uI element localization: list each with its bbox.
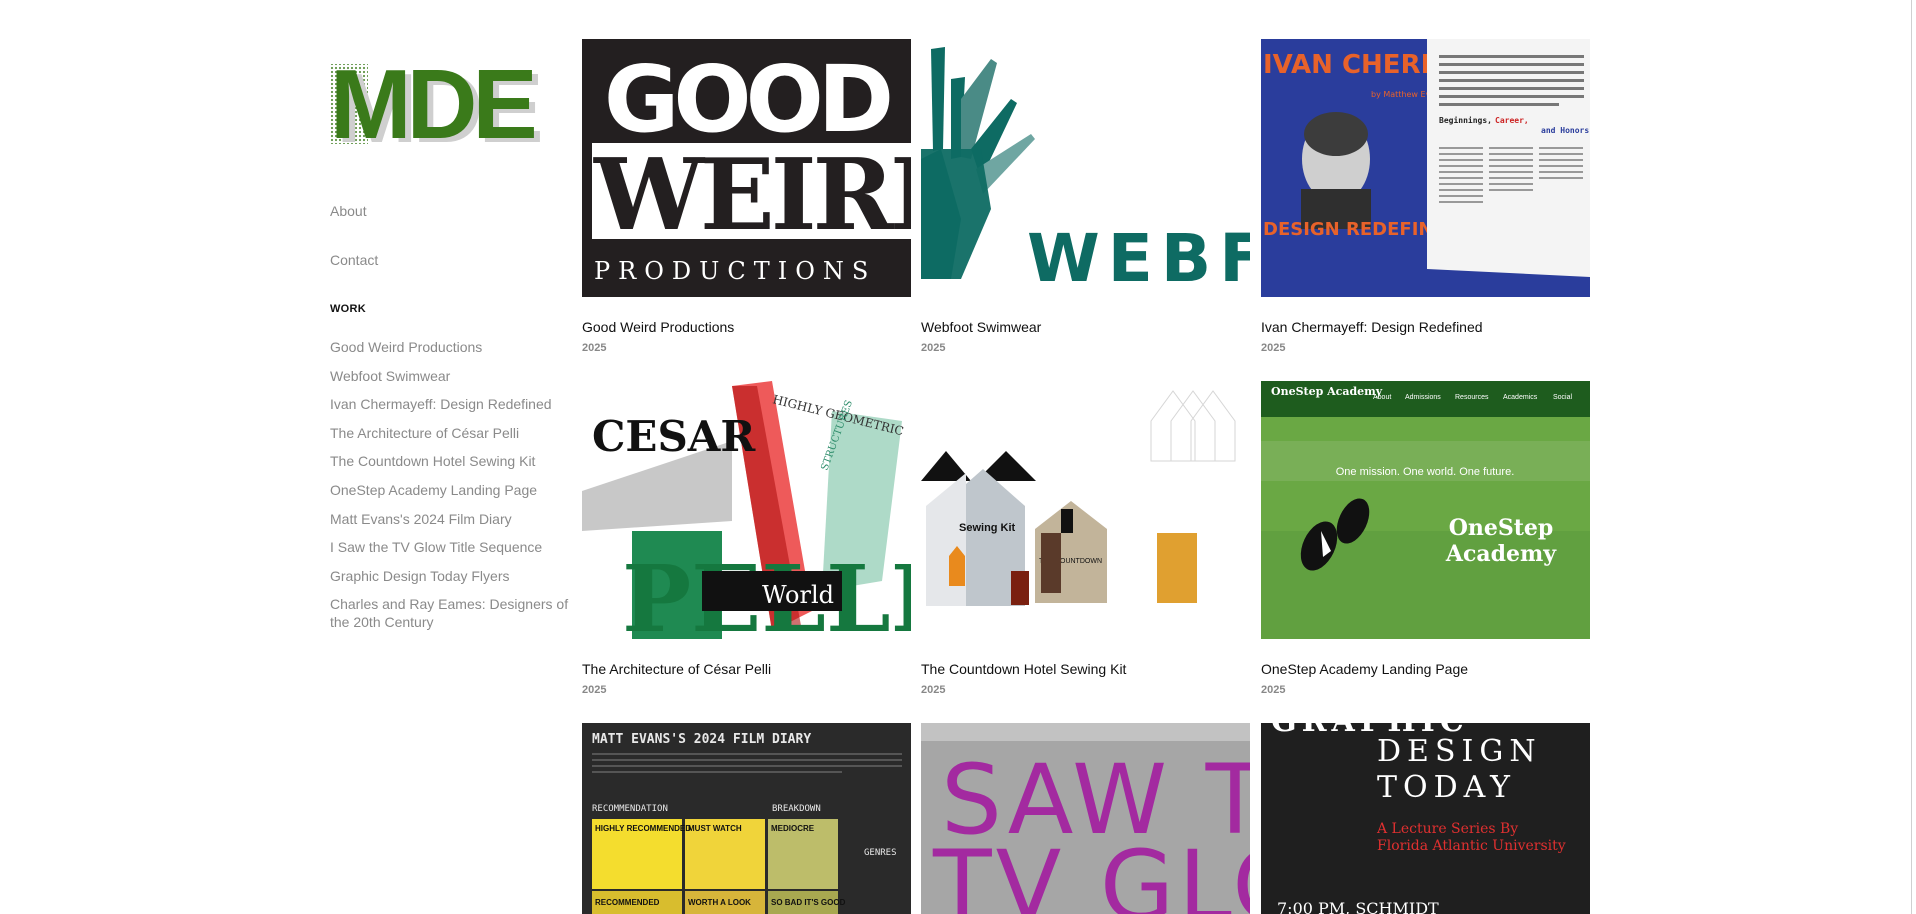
art-webfoot: WEBFOOT: [1027, 220, 1250, 297]
project-card-tv-glow[interactable]: SAW THE TV GLOW: [921, 723, 1250, 914]
project-card-pelli[interactable]: CESAR HIGHLY GEOMETRIC STRUCTURES PELLI …: [582, 381, 911, 696]
art-cell-6: SO BAD IT'S GOOD: [771, 898, 846, 907]
art-rec: RECOMMENDATION: [592, 804, 668, 814]
work-heading: WORK: [330, 303, 367, 315]
art-time: 7:00 PM, SCHMIDT: [1277, 899, 1439, 914]
art-productions: PRODUCTIONS: [594, 257, 876, 285]
art-tagline: One mission. One world. One future.: [1336, 466, 1515, 478]
project-nav-item[interactable]: Webfoot Swimwear: [330, 367, 570, 385]
card-title[interactable]: The Architecture of César Pelli: [582, 661, 771, 677]
project-nav-item[interactable]: OneStep Academy Landing Page: [330, 481, 570, 499]
art-menu-resources: Resources: [1455, 394, 1489, 401]
project-nav-item[interactable]: The Countdown Hotel Sewing Kit: [330, 452, 570, 470]
art-section-2: Career,: [1495, 116, 1529, 125]
art-sub-2: Florida Atlantic University: [1377, 838, 1566, 854]
art-cell-5: WORTH A LOOK: [688, 898, 751, 907]
art-hero-1: OneStep: [1449, 515, 1554, 541]
project-nav-item[interactable]: The Architecture of César Pelli: [330, 424, 570, 442]
project-card-film-diary[interactable]: MATT EVANS'S 2024 FILM DIARY RECOMMENDAT…: [582, 723, 911, 914]
card-year: 2025: [1261, 684, 1286, 696]
art-sub-1: A Lecture Series By: [1376, 821, 1518, 837]
project-nav-item[interactable]: Ivan Chermayeff: Design Redefined: [330, 395, 570, 413]
card-year: 2025: [1261, 342, 1286, 354]
art-good: GOOD: [604, 46, 890, 153]
card-year: 2025: [921, 684, 946, 696]
art-section-1: Beginnings,: [1439, 115, 1492, 125]
art-line-2: TV GLOW: [932, 830, 1250, 914]
nav-contact-link[interactable]: Contact: [330, 252, 378, 268]
project-thumbnail: GOOD WEIRD PRODUCTIONS: [582, 39, 911, 297]
project-thumbnail: CESAR HIGHLY GEOMETRIC STRUCTURES PELLI …: [582, 381, 911, 639]
art-hero-2: Academy: [1445, 541, 1557, 567]
art-weird: WEIRD: [593, 138, 911, 253]
project-thumbnail: Sewing Kit THE COUNTDOWN: [921, 381, 1250, 639]
project-card-onestep[interactable]: OneStep Academy About Admissions Resourc…: [1261, 381, 1590, 696]
card-title[interactable]: Good Weird Productions: [582, 319, 734, 335]
project-nav-item[interactable]: Matt Evans's 2024 Film Diary: [330, 510, 570, 528]
art-menu-about: About: [1373, 394, 1391, 401]
portrait-image: [1301, 112, 1371, 229]
project-thumbnail: MATT EVANS'S 2024 FILM DIARY RECOMMENDAT…: [582, 723, 911, 914]
art-menu-social: Social: [1553, 394, 1573, 401]
webfoot-flipper-icon: [921, 47, 1035, 279]
art-mid-1: DESIGN: [1377, 734, 1542, 769]
project-card-good-weird[interactable]: GOOD WEIRD PRODUCTIONS Good Weird Produc…: [582, 39, 911, 354]
project-thumbnail: GRAPHIC DESIGN TODAY A Lecture Series By…: [1261, 723, 1590, 914]
card-year: 2025: [582, 342, 607, 354]
card-year: 2025: [921, 342, 946, 354]
project-card-gd-today[interactable]: GRAPHIC DESIGN TODAY A Lecture Series By…: [1261, 723, 1590, 914]
project-card-webfoot[interactable]: WEBFOOT Webfoot Swimwear 2025: [921, 39, 1250, 354]
card-year: 2025: [582, 684, 607, 696]
art-sewing-kit: Sewing Kit: [959, 522, 1016, 534]
card-title[interactable]: OneStep Academy Landing Page: [1261, 661, 1468, 677]
art-world: World: [762, 581, 834, 609]
art-menu-admissions: Admissions: [1405, 394, 1441, 401]
project-thumbnail: OneStep Academy About Admissions Resourc…: [1261, 381, 1590, 639]
project-thumbnail: SAW THE TV GLOW: [921, 723, 1250, 914]
logo-text: MDE: [330, 58, 534, 148]
art-section-3: and Honors: [1541, 126, 1589, 135]
card-title[interactable]: Webfoot Swimwear: [921, 319, 1041, 335]
project-nav-item[interactable]: I Saw the TV Glow Title Sequence: [330, 538, 570, 556]
page-scrollbar[interactable]: [1896, 0, 1916, 914]
art-mid-2: TODAY: [1377, 770, 1516, 805]
art-cell-2: MUST WATCH: [688, 824, 742, 833]
art-cell-3: MEDIOCRE: [771, 824, 815, 833]
project-card-chermayeff[interactable]: IVAN CHERMAYEFF by Matthew Evans DESIGN …: [1261, 39, 1590, 354]
project-nav-item[interactable]: Charles and Ray Eames: Designers of the …: [330, 595, 570, 631]
card-title[interactable]: Ivan Chermayeff: Design Redefined: [1261, 319, 1483, 335]
project-thumbnail: IVAN CHERMAYEFF by Matthew Evans DESIGN …: [1261, 39, 1590, 297]
card-title[interactable]: The Countdown Hotel Sewing Kit: [921, 661, 1126, 677]
art-breakdown: BREAKDOWN: [772, 804, 821, 814]
nav-about-link[interactable]: About: [330, 203, 367, 219]
scrollbar-track-line: [1911, 0, 1912, 914]
project-nav-list: Good Weird Productions Webfoot Swimwear …: [330, 338, 570, 642]
art-cell-1: HIGHLY RECOMMENDED: [595, 824, 691, 833]
art-genres: GENRES: [864, 848, 897, 858]
logo-mark: MDE MDE: [330, 58, 545, 148]
art-cesar: CESAR: [592, 412, 756, 461]
project-card-sewing-kit[interactable]: Sewing Kit THE COUNTDOWN The Countdown H…: [921, 381, 1250, 696]
art-brand: OneStep Academy: [1271, 385, 1383, 398]
project-thumbnail: WEBFOOT: [921, 39, 1250, 297]
project-nav-item[interactable]: Good Weird Productions: [330, 338, 570, 356]
art-cell-4: RECOMMENDED: [595, 898, 660, 907]
project-nav-item[interactable]: Graphic Design Today Flyers: [330, 567, 570, 585]
site-logo[interactable]: MDE MDE: [330, 58, 570, 148]
art-menu-academics: Academics: [1503, 394, 1538, 401]
art-header: MATT EVANS'S 2024 FILM DIARY: [592, 732, 811, 747]
